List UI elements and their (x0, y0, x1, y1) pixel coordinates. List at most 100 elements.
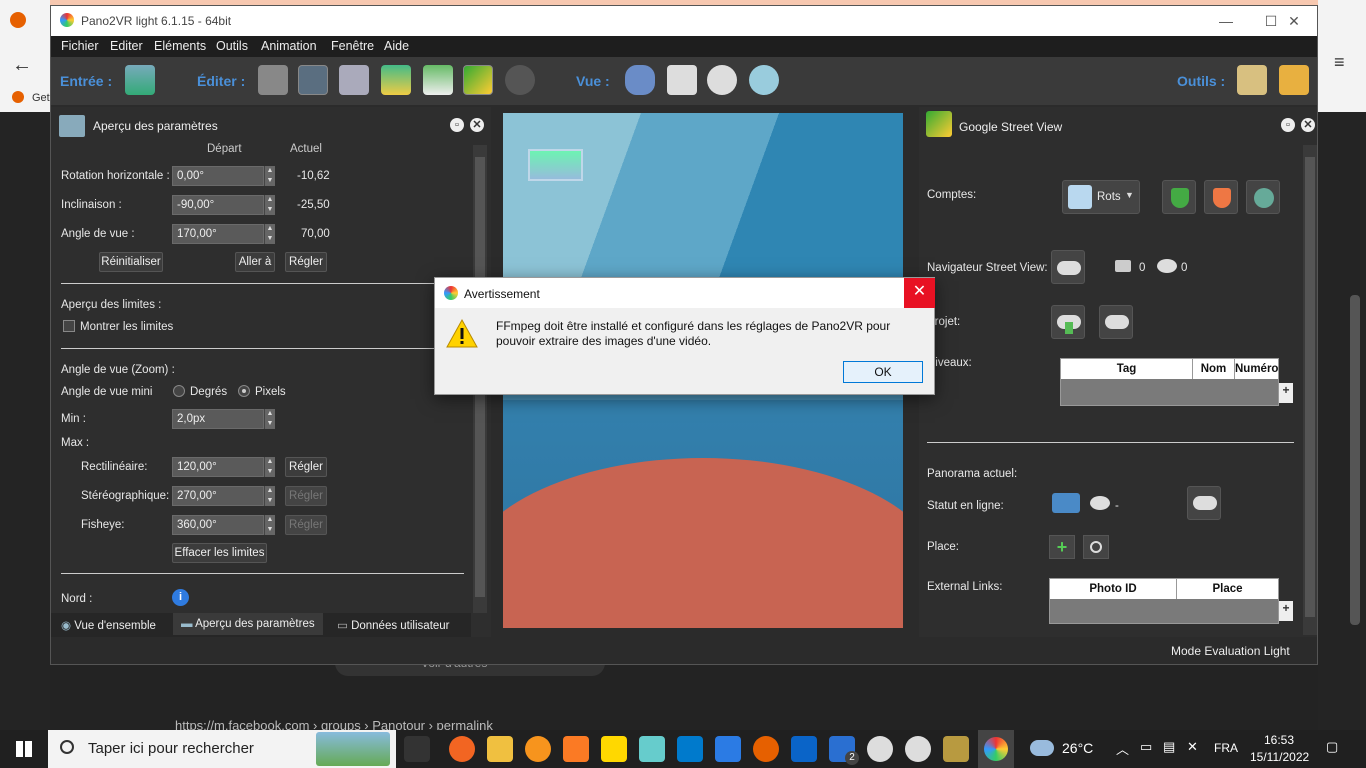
reset-button[interactable]: Réinitialiser (99, 252, 163, 272)
app-panda2-icon[interactable] (905, 736, 931, 762)
rect-input[interactable]: 120,00° (172, 457, 264, 477)
links-col-photo-id[interactable]: Photo ID (1050, 579, 1177, 599)
ok-button[interactable]: OK (843, 361, 923, 383)
undock-icon[interactable]: ▫ (1281, 118, 1295, 132)
language-indicator[interactable]: FRA (1214, 741, 1238, 755)
stereo-input[interactable]: 270,00° (172, 486, 264, 506)
viewing-params-icon[interactable] (258, 65, 288, 95)
menu-fenetre[interactable]: Fenêtre (331, 39, 374, 53)
page-scrollbar[interactable] (1350, 295, 1360, 625)
sticky-notes-icon[interactable] (601, 736, 627, 762)
tab-user-data[interactable]: ▭ Données utilisateur (337, 613, 467, 635)
levels-table[interactable]: Tag Nom Numéro (1060, 358, 1279, 406)
shield-remove-button[interactable] (1204, 180, 1238, 214)
todo-icon[interactable] (715, 736, 741, 762)
eye-preview-icon[interactable] (749, 65, 779, 95)
network-icon[interactable]: ▤ (1163, 739, 1175, 755)
menu-outils[interactable]: Outils (216, 39, 248, 53)
pixels-radio[interactable] (238, 385, 250, 397)
battery-icon[interactable]: ▭ (1140, 739, 1152, 755)
add-place-button[interactable]: + (1049, 535, 1075, 559)
rect-stepper[interactable]: ▲ ▼ (264, 457, 275, 477)
menu-editer[interactable]: Editer (110, 39, 143, 53)
dialog-close-button[interactable]: ✕ (904, 278, 935, 308)
back-arrow-icon[interactable]: ← (12, 54, 32, 77)
binoculars-icon[interactable] (625, 65, 655, 95)
patch-icon[interactable] (423, 65, 453, 95)
app-search-icon[interactable] (525, 736, 551, 762)
app-panda-icon[interactable] (867, 736, 893, 762)
bookmark-label[interactable]: Get (32, 92, 50, 104)
tab-overview[interactable]: ◉ Vue d'ensemble (61, 613, 171, 635)
app-pyramid-icon[interactable] (943, 736, 969, 762)
add-link-button[interactable]: + (1279, 601, 1293, 621)
mail-icon[interactable] (791, 736, 817, 762)
hamburger-icon[interactable]: ≡ (1334, 52, 1345, 73)
menu-elements[interactable]: Eléments (154, 39, 206, 53)
close-panel-icon[interactable]: ✕ (1301, 118, 1315, 132)
rect-set-button[interactable]: Régler (285, 457, 327, 477)
add-panorama-icon[interactable] (125, 65, 155, 95)
cloud-download-button[interactable] (1051, 250, 1085, 284)
rotation-stepper[interactable]: ▲ ▼ (264, 166, 275, 186)
show-limits-checkbox[interactable] (63, 320, 75, 332)
clear-limits-button[interactable]: Effacer les limites (172, 543, 267, 563)
undock-icon[interactable]: ▫ (450, 118, 464, 132)
upload-button[interactable] (1051, 305, 1085, 339)
xampp-icon[interactable] (563, 736, 589, 762)
add-level-button[interactable]: + (1279, 383, 1293, 403)
map-icon[interactable] (381, 65, 411, 95)
file-explorer-icon[interactable] (487, 736, 513, 762)
tilt-stepper[interactable]: ▲ ▼ (264, 195, 275, 215)
google-street-view-icon[interactable] (463, 65, 493, 95)
stereo-set-button[interactable]: Régler (285, 486, 327, 506)
min-stepper[interactable]: ▲ ▼ (264, 409, 275, 429)
fisheye-stepper[interactable]: ▲ ▼ (264, 515, 275, 535)
levels-col-tag[interactable]: Tag (1061, 359, 1193, 379)
taskbar-search[interactable]: Taper ici pour rechercher (48, 730, 396, 768)
firefox-icon[interactable] (753, 736, 779, 762)
set-button[interactable]: Régler (285, 252, 327, 272)
fov-input[interactable]: 170,00° (172, 224, 264, 244)
menu-animation[interactable]: Animation (261, 39, 317, 53)
degrees-radio[interactable] (173, 385, 185, 397)
min-input[interactable]: 2,0px (172, 409, 264, 429)
info-icon[interactable]: i (172, 589, 189, 606)
volume-muted-icon[interactable]: ✕ (1187, 739, 1198, 755)
levels-col-nom[interactable]: Nom (1193, 359, 1235, 379)
task-view-icon[interactable] (404, 736, 430, 762)
clock-date[interactable]: 15/11/2022 (1250, 750, 1309, 764)
fisheye-input[interactable]: 360,00° (172, 515, 264, 535)
package-icon[interactable] (1279, 65, 1309, 95)
search-place-button[interactable] (1083, 535, 1109, 559)
pano2vr-taskbar-item[interactable] (978, 730, 1014, 768)
notifications-icon[interactable]: ▢ (1326, 739, 1338, 755)
stereo-stepper[interactable]: ▲ ▼ (264, 486, 275, 506)
fov-stepper[interactable]: ▲ ▼ (264, 224, 275, 244)
links-table[interactable]: Photo ID Place (1049, 578, 1279, 624)
app-orange-icon[interactable] (449, 736, 475, 762)
clock-time[interactable]: 16:53 (1264, 733, 1294, 747)
delete-cloud-button[interactable] (1099, 305, 1133, 339)
menu-aide[interactable]: Aide (384, 39, 409, 53)
publish-button[interactable] (1187, 486, 1221, 520)
shield-check-button[interactable] (1162, 180, 1196, 214)
account-dropdown[interactable]: Rots ▼ (1062, 180, 1140, 214)
windows-start-icon[interactable] (16, 741, 32, 757)
weather-temp[interactable]: 26°C (1062, 740, 1093, 756)
rotation-input[interactable]: 0,00° (172, 166, 264, 186)
vscode-icon[interactable] (677, 736, 703, 762)
links-col-place[interactable]: Place (1177, 579, 1278, 599)
clipboard-icon[interactable] (667, 65, 697, 95)
tilt-input[interactable]: -90,00° (172, 195, 264, 215)
panorama-view-icon[interactable] (298, 65, 328, 95)
globe-button[interactable] (1246, 180, 1280, 214)
close-window-button[interactable]: ✕ (1271, 6, 1317, 36)
close-panel-icon[interactable]: ✕ (470, 118, 484, 132)
weather-cloud-icon[interactable] (1030, 740, 1054, 756)
minimize-button[interactable]: — (1203, 6, 1249, 36)
goto-button[interactable]: Aller à (235, 252, 275, 272)
levels-col-numero[interactable]: Numéro (1235, 359, 1278, 379)
settings-star-icon[interactable] (1237, 65, 1267, 95)
film-reel-icon[interactable] (505, 65, 535, 95)
